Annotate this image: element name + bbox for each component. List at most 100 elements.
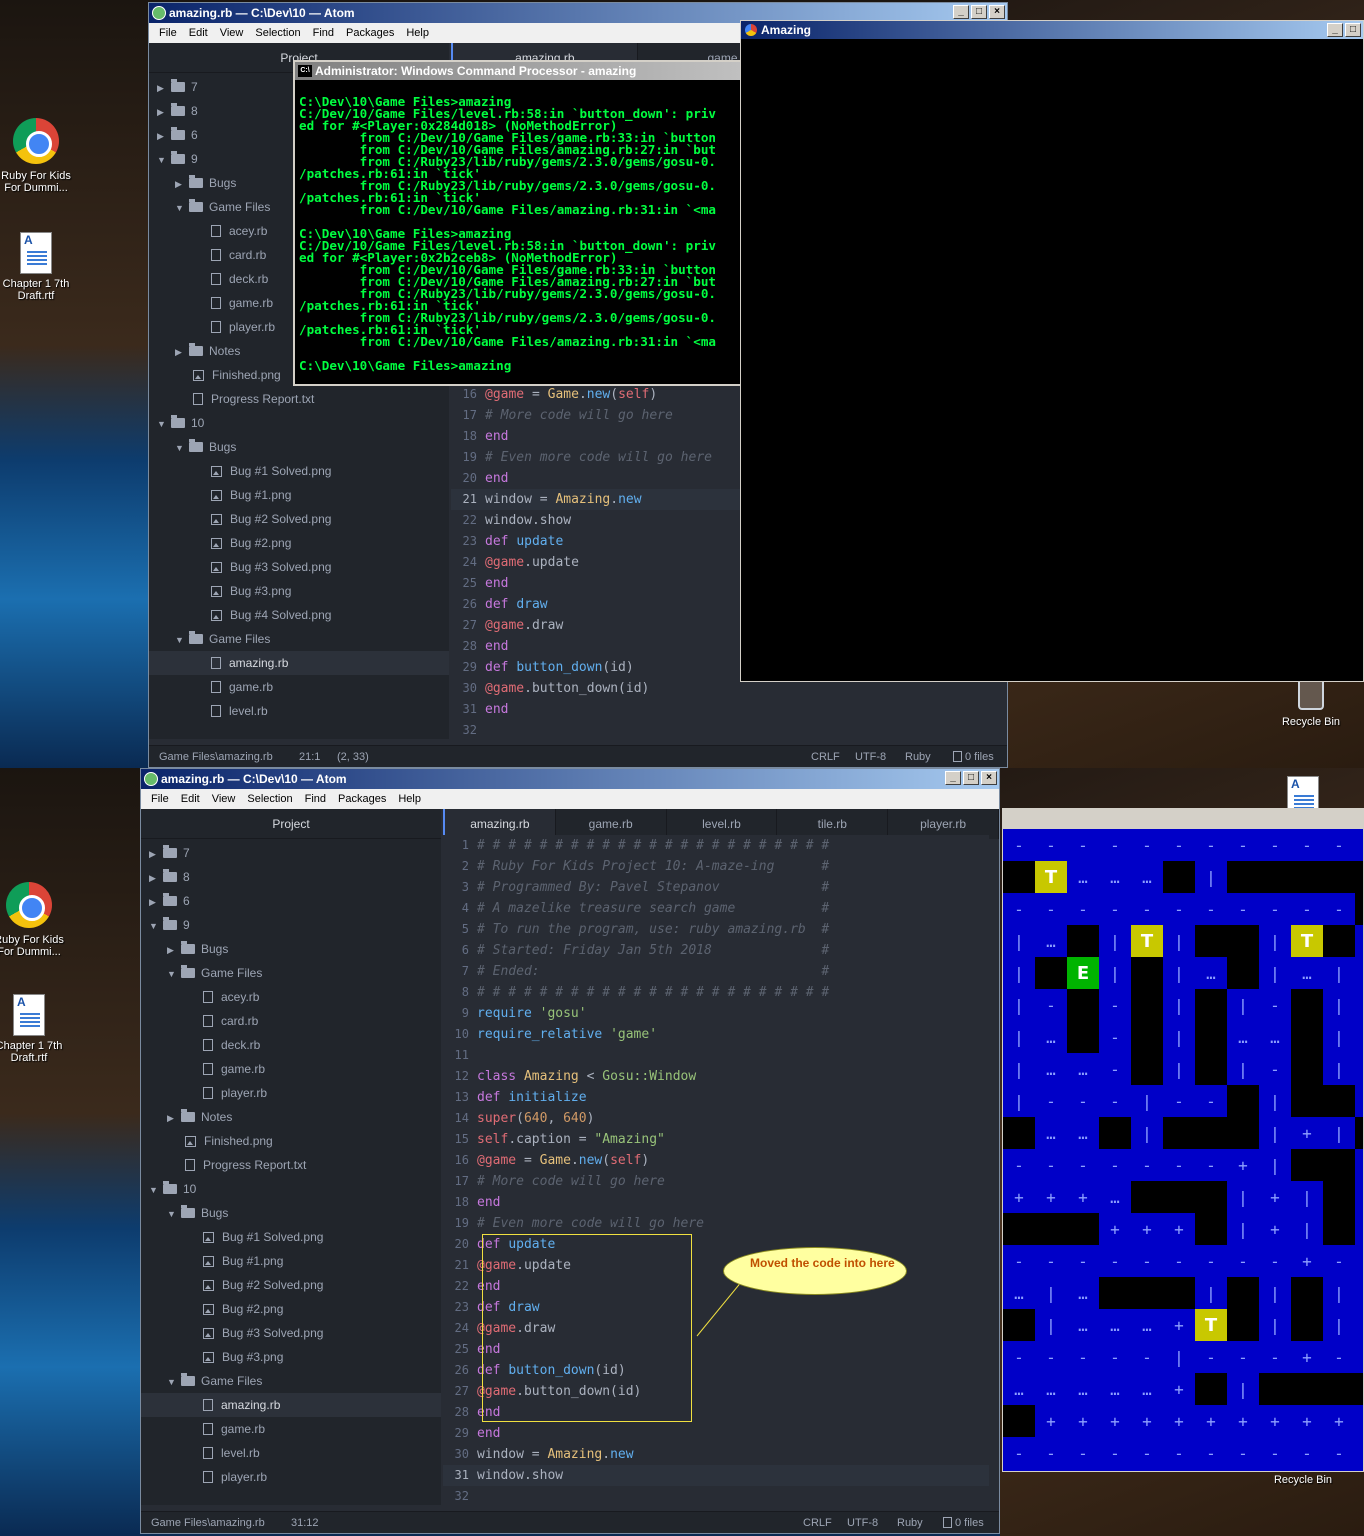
minimize-button[interactable]: _: [945, 771, 961, 785]
code-line[interactable]: 2 # Ruby For Kids Project 10: A-maze-ing …: [443, 856, 989, 877]
menu-help[interactable]: Help: [392, 789, 427, 809]
status-grammar[interactable]: Ruby: [905, 746, 931, 767]
maze-board[interactable]: - - - - - - - - - - - - - - T … … … | - - - - - - - - - - - | | … | T | | T | ……: [1003, 829, 1363, 1469]
code-line[interactable]: 18 end: [443, 1192, 989, 1213]
tree-file[interactable]: Bug #2 Solved.png: [149, 507, 449, 531]
chevron-right-icon[interactable]: ▶: [175, 172, 185, 196]
chevron-down-icon[interactable]: ▼: [167, 962, 177, 986]
menu-find[interactable]: Find: [307, 23, 340, 43]
menu-packages[interactable]: Packages: [332, 789, 392, 809]
menu-selection[interactable]: Selection: [241, 789, 298, 809]
tree-file[interactable]: level.rb: [149, 699, 449, 723]
menu-view[interactable]: View: [214, 23, 250, 43]
code-line[interactable]: 15 self.caption = "Amazing": [443, 1129, 989, 1150]
code-line[interactable]: 14 super(640, 640): [443, 1108, 989, 1129]
desktop-icon-ruby-for-kids[interactable]: Ruby For Kids For Dummi...: [0, 882, 68, 958]
tree-folder[interactable]: ▶ Notes: [141, 1105, 441, 1129]
atom-window[interactable]: amazing.rb — C:\Dev\10 — Atom _ □ × File…: [140, 768, 1000, 1534]
tree-file[interactable]: Bug #4 Solved.png: [149, 603, 449, 627]
code-line[interactable]: 12 class Amazing < Gosu::Window: [443, 1066, 989, 1087]
tree-folder[interactable]: ▼ Game Files: [141, 961, 441, 985]
tree-file[interactable]: Progress Report.txt: [141, 1153, 441, 1177]
tree-file[interactable]: Bug #3.png: [149, 579, 449, 603]
tree-folder[interactable]: ▼ Bugs: [141, 1201, 441, 1225]
chevron-down-icon[interactable]: ▼: [175, 436, 185, 460]
game-titlebar[interactable]: [1003, 809, 1363, 829]
status-path[interactable]: Game Files\amazing.rb: [151, 1512, 265, 1533]
tree-file[interactable]: Bug #1.png: [149, 483, 449, 507]
tree-file[interactable]: Progress Report.txt: [149, 387, 449, 411]
status-cursor[interactable]: 31:12: [291, 1512, 319, 1533]
code-line[interactable]: 30 window = Amazing.new: [443, 1444, 989, 1465]
chevron-down-icon[interactable]: ▼: [167, 1370, 177, 1394]
game-minimize-button[interactable]: _: [1327, 23, 1343, 37]
tree-folder[interactable]: ▶ 8: [141, 865, 441, 889]
tree-file[interactable]: game.rb: [149, 675, 449, 699]
atom-titlebar[interactable]: amazing.rb — C:\Dev\10 — Atom _ □ ×: [141, 769, 999, 789]
code-line[interactable]: 32: [443, 1486, 989, 1505]
tree-folder[interactable]: ▶ 7: [141, 841, 441, 865]
tree-file[interactable]: card.rb: [141, 1009, 441, 1033]
status-eol[interactable]: CRLF: [803, 1512, 832, 1533]
game-maximize-button[interactable]: □: [1345, 23, 1361, 37]
tree-file[interactable]: Bug #2.png: [149, 531, 449, 555]
desktop-icon-recycle-bin[interactable]: Recycle Bin: [1264, 1474, 1342, 1486]
tree-file[interactable]: deck.rb: [141, 1033, 441, 1057]
tree-file[interactable]: game.rb: [141, 1057, 441, 1081]
tree-file[interactable]: game.rb: [141, 1417, 441, 1441]
tree-folder[interactable]: ▼ 10: [141, 1177, 441, 1201]
status-encoding[interactable]: UTF-8: [847, 1512, 878, 1533]
tree-file[interactable]: Bug #1.png: [141, 1249, 441, 1273]
chevron-right-icon[interactable]: ▶: [175, 340, 185, 364]
code-line[interactable]: 11: [443, 1045, 989, 1066]
tree-file[interactable]: Bug #3.png: [141, 1345, 441, 1369]
chevron-right-icon[interactable]: ▶: [167, 1106, 177, 1130]
chevron-down-icon[interactable]: ▼: [167, 1202, 177, 1226]
tree-folder[interactable]: ▼ Game Files: [149, 627, 449, 651]
tree-file[interactable]: acey.rb: [141, 985, 441, 1009]
tree-folder[interactable]: ▼ Bugs: [149, 435, 449, 459]
tree-file[interactable]: Bug #2 Solved.png: [141, 1273, 441, 1297]
status-encoding[interactable]: UTF-8: [855, 746, 886, 767]
tree-file[interactable]: amazing.rb: [141, 1393, 441, 1417]
menu-find[interactable]: Find: [299, 789, 332, 809]
tree-file[interactable]: Bug #1 Solved.png: [149, 459, 449, 483]
menu-packages[interactable]: Packages: [340, 23, 400, 43]
status-path[interactable]: Game Files\amazing.rb: [159, 746, 273, 767]
desktop-icon-chapter-draft[interactable]: Chapter 1 7th Draft.rtf: [0, 232, 75, 302]
tree-file[interactable]: Finished.png: [141, 1129, 441, 1153]
code-line[interactable]: 17 # More code will go here: [443, 1171, 989, 1192]
close-button[interactable]: ×: [981, 771, 997, 785]
tree-file[interactable]: Bug #1 Solved.png: [141, 1225, 441, 1249]
status-files[interactable]: 0 files: [953, 746, 994, 767]
chevron-down-icon[interactable]: ▼: [157, 412, 167, 436]
status-files[interactable]: 0 files: [943, 1512, 984, 1533]
tree-file[interactable]: level.rb: [141, 1441, 441, 1465]
tree-file[interactable]: amazing.rb: [149, 651, 449, 675]
tree-file[interactable]: Bug #3 Solved.png: [149, 555, 449, 579]
menu-edit[interactable]: Edit: [175, 789, 206, 809]
project-tree[interactable]: Project ▶ 7 ▶ 8 ▶ 6 ▼ 9 ▶ Bugs ▼ Game Files acey.rb c…: [141, 809, 441, 1505]
code-line[interactable]: 3 # Programmed By: Pavel Stepanov #: [443, 877, 989, 898]
amazing-game-window[interactable]: Amazing _ □: [740, 20, 1364, 682]
chevron-right-icon[interactable]: ▶: [149, 890, 159, 914]
chevron-right-icon[interactable]: ▶: [149, 866, 159, 890]
maximize-button[interactable]: □: [963, 771, 979, 785]
menu-edit[interactable]: Edit: [183, 23, 214, 43]
chevron-down-icon[interactable]: ▼: [175, 628, 185, 652]
menu-help[interactable]: Help: [400, 23, 435, 43]
cmd-titlebar[interactable]: Administrator: Windows Command Processor…: [295, 62, 741, 80]
minimize-button[interactable]: _: [953, 5, 969, 19]
chevron-down-icon[interactable]: ▼: [175, 196, 185, 220]
status-eol[interactable]: CRLF: [811, 746, 840, 767]
code-line[interactable]: 29 end: [443, 1423, 989, 1444]
tree-folder[interactable]: ▼ 10: [149, 411, 449, 435]
tree-file[interactable]: player.rb: [141, 1081, 441, 1105]
tree-folder[interactable]: ▼ 9: [141, 913, 441, 937]
chevron-down-icon[interactable]: ▼: [149, 1178, 159, 1202]
tree-folder[interactable]: ▶ 6: [141, 889, 441, 913]
desktop-icon-chapter-draft[interactable]: Chapter 1 7th Draft.rtf: [0, 994, 68, 1064]
code-line[interactable]: 9 require 'gosu': [443, 1003, 989, 1024]
code-line[interactable]: 6 # Started: Friday Jan 5th 2018 #: [443, 940, 989, 961]
chevron-right-icon[interactable]: ▶: [149, 842, 159, 866]
